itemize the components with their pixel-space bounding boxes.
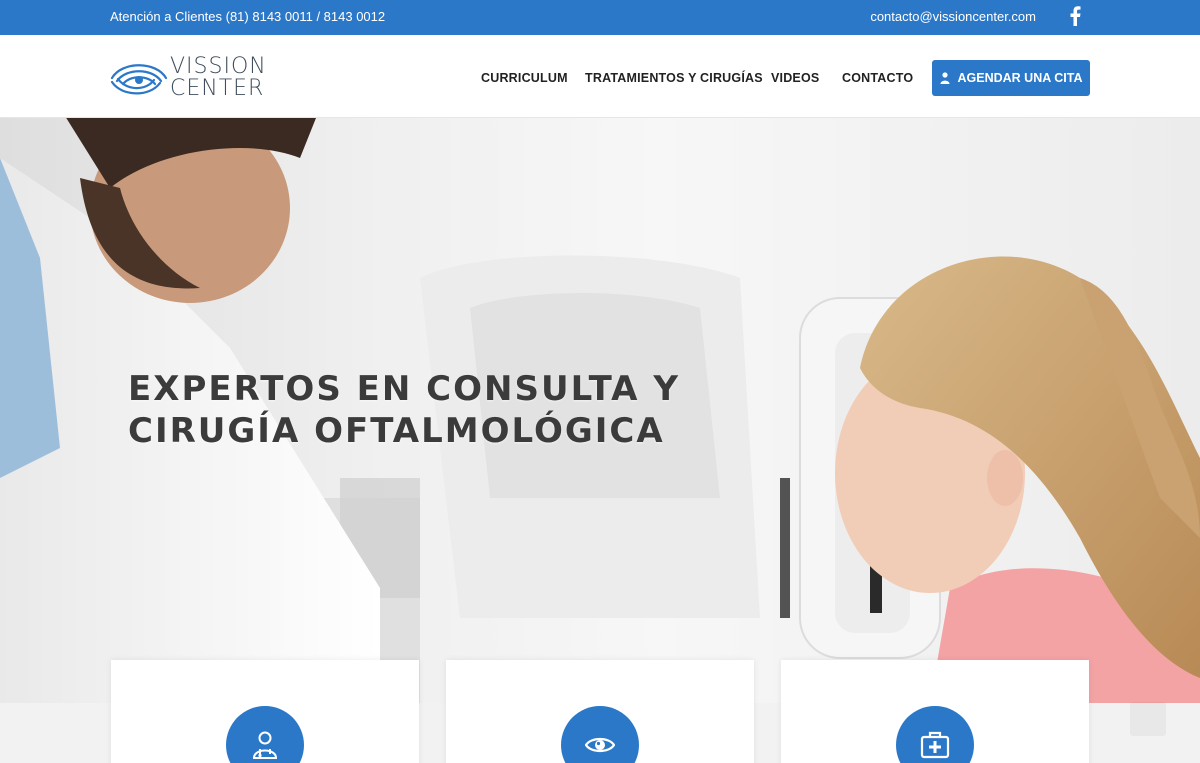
contact-email-link[interactable]: contacto@vissioncenter.com [870, 9, 1036, 24]
medical-kit-icon [920, 731, 950, 759]
eye-icon [585, 737, 615, 753]
feature-icon-circle [226, 706, 304, 763]
doctor-icon [252, 731, 278, 759]
nav-curriculum[interactable]: CURRICULUM [481, 71, 568, 85]
main-header: VISSION CENTER CURRICULUM TRATAMIENTOS Y… [0, 35, 1200, 118]
top-contact-bar: Atención a Clientes (81) 8143 0011 / 814… [0, 0, 1200, 35]
scroll-to-top-button[interactable] [1130, 702, 1166, 736]
hero-banner: EXPERTOS EN CONSULTA Y CIRUGÍA OFTALMOLÓ… [0, 118, 1200, 703]
customer-service-phone: Atención a Clientes (81) 8143 0011 / 814… [110, 9, 386, 24]
hero-title: EXPERTOS EN CONSULTA Y CIRUGÍA OFTALMOLÓ… [128, 368, 680, 452]
book-appointment-label: AGENDAR UNA CITA [957, 71, 1083, 85]
book-appointment-button[interactable]: AGENDAR UNA CITA [932, 60, 1090, 96]
nav-tratamientos-cirugias[interactable]: TRATAMIENTOS Y CIRUGÍAS [585, 71, 763, 85]
feature-card-eye[interactable] [446, 660, 754, 763]
feature-icon-circle [896, 706, 974, 763]
eye-logo-icon [110, 64, 168, 95]
logo-text-center: CENTER [170, 76, 265, 101]
facebook-icon[interactable] [1068, 6, 1082, 27]
vission-center-logo[interactable]: VISSION CENTER [110, 53, 270, 101]
nav-contacto[interactable]: CONTACTO [842, 71, 913, 85]
logo-text-vission: VISSION [170, 54, 267, 79]
hero-title-line1: EXPERTOS EN CONSULTA Y [128, 369, 680, 409]
nav-videos[interactable]: VIDEOS [771, 71, 819, 85]
feature-card-medical-kit[interactable] [781, 660, 1089, 763]
hero-title-line2: CIRUGÍA OFTALMOLÓGICA [128, 411, 665, 451]
feature-card-doctor[interactable] [111, 660, 419, 763]
doctor-icon [940, 72, 949, 84]
feature-icon-circle [561, 706, 639, 763]
